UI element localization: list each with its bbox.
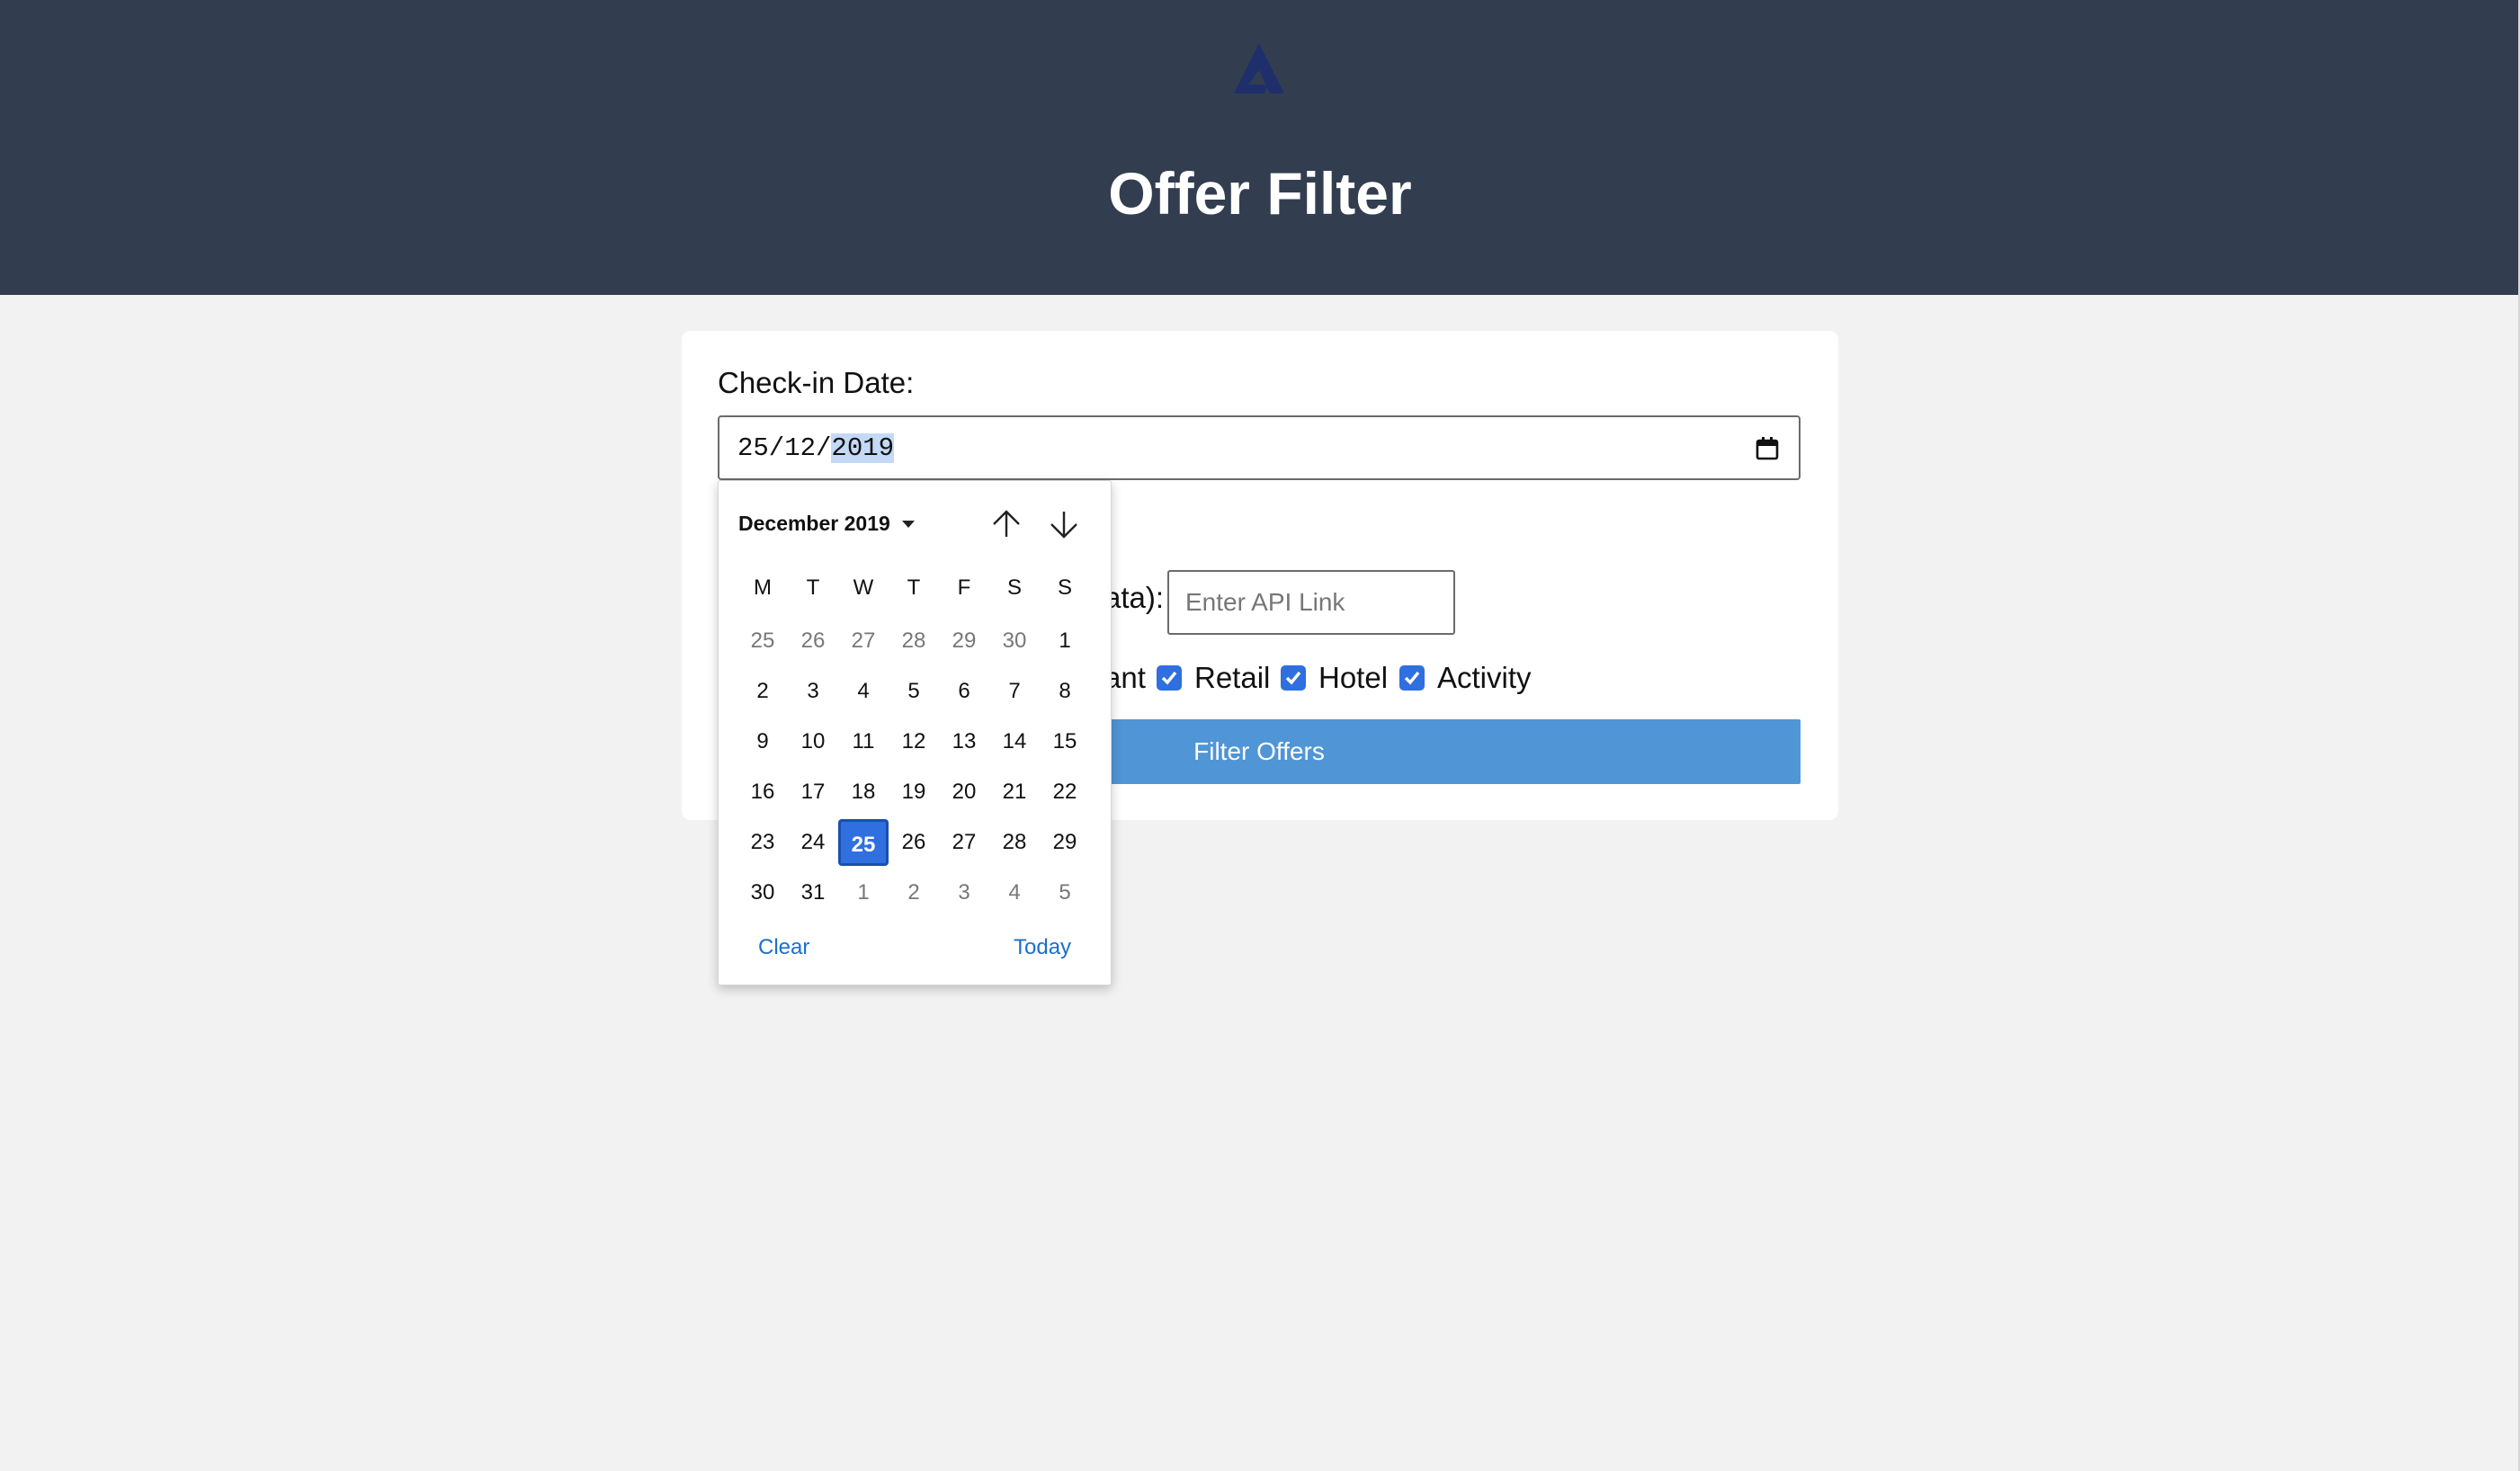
month-year-selector[interactable]: December 2019 — [738, 510, 890, 537]
day-cell[interactable]: 27 — [838, 618, 889, 664]
category-label-hotel: Hotel — [1318, 661, 1389, 694]
day-cell[interactable]: 16 — [737, 769, 788, 816]
day-cell[interactable]: 26 — [889, 819, 939, 866]
day-cell[interactable]: 29 — [939, 618, 989, 664]
checkbox-retail[interactable] — [1157, 665, 1182, 691]
day-cell[interactable]: 29 — [1040, 819, 1090, 866]
day-cell[interactable]: 3 — [788, 668, 838, 715]
triangle-logo-icon — [1234, 43, 1284, 94]
day-cell[interactable]: 23 — [737, 819, 788, 866]
day-cell[interactable]: 17 — [788, 769, 838, 816]
day-cell[interactable]: 12 — [889, 718, 939, 765]
day-cell[interactable]: 28 — [889, 618, 939, 664]
today-button[interactable]: Today — [1014, 934, 1071, 961]
weekday-label: F — [957, 575, 971, 600]
checkin-date-label: Check-in Date: — [718, 366, 915, 399]
date-picker-popup: December 2019 MTWTFSS 25 26 27 28 29 30 1 2 3 4 5 6… — [718, 480, 1112, 985]
day-cell[interactable]: 10 — [788, 718, 838, 765]
day-cell[interactable]: 5 — [889, 668, 939, 715]
day-cell[interactable]: 25 — [737, 618, 788, 664]
arrow-up-icon[interactable] — [988, 506, 1024, 542]
day-cell[interactable]: 30 — [989, 618, 1040, 664]
day-cell[interactable]: 11 — [838, 718, 889, 765]
day-cell[interactable]: 20 — [939, 769, 989, 816]
day-cell[interactable]: 30 — [737, 869, 788, 916]
day-cell[interactable]: 2 — [889, 869, 939, 916]
page-title: Offer Filter — [1108, 160, 1412, 227]
date-year-segment[interactable]: 2019 — [831, 433, 895, 463]
category-label-retail: Retail — [1194, 661, 1271, 694]
weekday-label: S — [1006, 575, 1022, 600]
day-cell[interactable]: 21 — [989, 769, 1040, 816]
page-header: Offer Filter — [0, 0, 2520, 295]
calendar-icon[interactable] — [1754, 435, 1781, 462]
clear-button[interactable]: Clear — [758, 934, 809, 961]
day-cell[interactable]: 8 — [1040, 668, 1090, 715]
day-cell[interactable]: 3 — [939, 869, 989, 916]
day-cell[interactable]: 13 — [939, 718, 989, 765]
day-cell[interactable]: 28 — [989, 819, 1040, 866]
day-cell[interactable]: 6 — [939, 668, 989, 715]
weekday-label: T — [806, 575, 820, 600]
day-cell[interactable]: 1 — [1040, 618, 1090, 664]
day-cell[interactable]: 19 — [889, 769, 939, 816]
day-cell[interactable]: 22 — [1040, 769, 1090, 816]
day-cell[interactable]: 27 — [939, 819, 989, 866]
checkbox-activity[interactable] — [1399, 665, 1425, 691]
day-cell[interactable]: 7 — [989, 668, 1040, 715]
day-cell-selected[interactable]: 25 — [838, 819, 889, 866]
day-cell[interactable]: 15 — [1040, 718, 1090, 765]
day-cell[interactable]: 4 — [989, 869, 1040, 916]
day-cell[interactable]: 14 — [989, 718, 1040, 765]
checkmark-icon — [1404, 671, 1420, 685]
checkin-date-input[interactable]: 25/12/2019 — [718, 415, 1801, 480]
day-cell[interactable]: 18 — [838, 769, 889, 816]
day-cell[interactable]: 9 — [737, 718, 788, 765]
weekday-label: M — [754, 575, 772, 600]
weekday-label: S — [1057, 575, 1072, 600]
api-link-input[interactable] — [1167, 570, 1455, 635]
category-label-activity: Activity — [1437, 661, 1532, 694]
checkbox-hotel[interactable] — [1281, 665, 1306, 691]
day-cell[interactable]: 24 — [788, 819, 838, 866]
date-value: 25/12/2019 — [737, 433, 895, 463]
weekday-label: W — [853, 575, 874, 600]
day-cell[interactable]: 4 — [838, 668, 889, 715]
day-cell[interactable]: 31 — [788, 869, 838, 916]
caret-down-icon[interactable] — [902, 521, 915, 528]
api-link-label: ata): — [1104, 581, 1165, 614]
checkmark-icon — [1285, 671, 1301, 685]
weekday-label: T — [907, 575, 921, 600]
day-cell[interactable]: 5 — [1040, 869, 1090, 916]
day-cell[interactable]: 26 — [788, 618, 838, 664]
arrow-down-icon[interactable] — [1046, 506, 1082, 542]
day-cell[interactable]: 2 — [737, 668, 788, 715]
checkmark-icon — [1161, 671, 1177, 685]
day-cell[interactable]: 1 — [838, 869, 889, 916]
